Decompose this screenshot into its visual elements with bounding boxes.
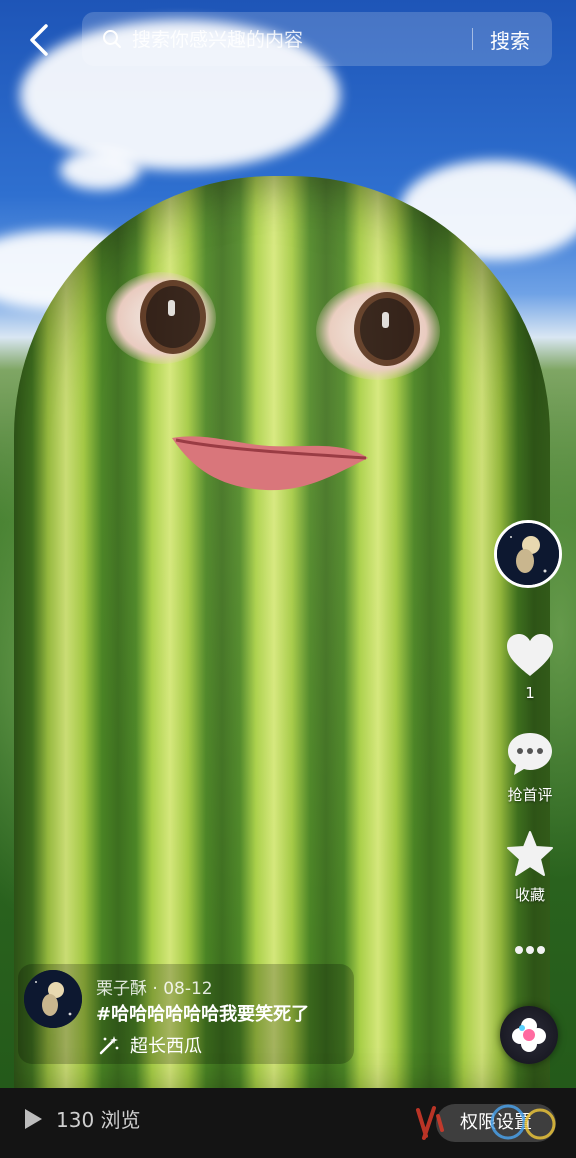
back-button[interactable] <box>24 22 54 58</box>
search-input[interactable] <box>130 22 474 58</box>
play-icon <box>25 1108 42 1129</box>
effect-tag[interactable]: 超长西瓜 <box>98 1032 202 1058</box>
comment-icon <box>508 733 552 775</box>
mouth <box>172 436 368 491</box>
search-bar[interactable]: 搜索 <box>82 12 552 66</box>
author-avatar[interactable] <box>24 970 82 1028</box>
heart-icon <box>507 634 553 676</box>
flower-icon <box>512 1018 546 1052</box>
view-count: 130 浏览 <box>22 1104 141 1133</box>
favorite-label: 收藏 <box>514 886 545 904</box>
effect-button[interactable] <box>500 1006 558 1064</box>
post-caption[interactable]: #哈哈哈哈哈哈我要笑死了 <box>96 1000 309 1026</box>
comment-label: 抢首评 <box>507 786 553 804</box>
author-and-date[interactable]: 栗子酥 · 08-12 <box>96 974 213 999</box>
more-dots-icon <box>515 946 545 954</box>
post-info-card: 栗子酥 · 08-12 #哈哈哈哈哈哈我要笑死了 超长西瓜 <box>18 964 354 1064</box>
like-count: 1 <box>525 684 535 702</box>
more-button[interactable] <box>500 938 560 966</box>
left-eye <box>106 272 216 364</box>
comment-button[interactable]: 抢首评 <box>500 730 560 805</box>
right-eye <box>316 282 440 380</box>
view-count-text: 130 浏览 <box>56 1108 141 1132</box>
search-button[interactable]: 搜索 <box>490 25 530 54</box>
author-avatar-rail[interactable] <box>494 520 562 588</box>
astronaut-avatar-image <box>24 970 82 1028</box>
favorite-button[interactable]: 收藏 <box>500 830 560 905</box>
like-button[interactable]: 1 <box>500 632 560 702</box>
watermelon <box>14 176 550 1088</box>
effect-tag-label: 超长西瓜 <box>130 1036 202 1057</box>
video-frame[interactable] <box>0 0 576 1088</box>
magic-wand-icon <box>99 1036 119 1055</box>
permission-settings-button[interactable]: 权限设置 <box>436 1104 556 1142</box>
search-divider <box>472 28 473 50</box>
search-icon <box>103 30 121 48</box>
bottom-bar: 130 浏览 权限设置 <box>0 1088 576 1158</box>
star-icon <box>507 831 553 876</box>
astronaut-avatar-image <box>497 523 559 585</box>
